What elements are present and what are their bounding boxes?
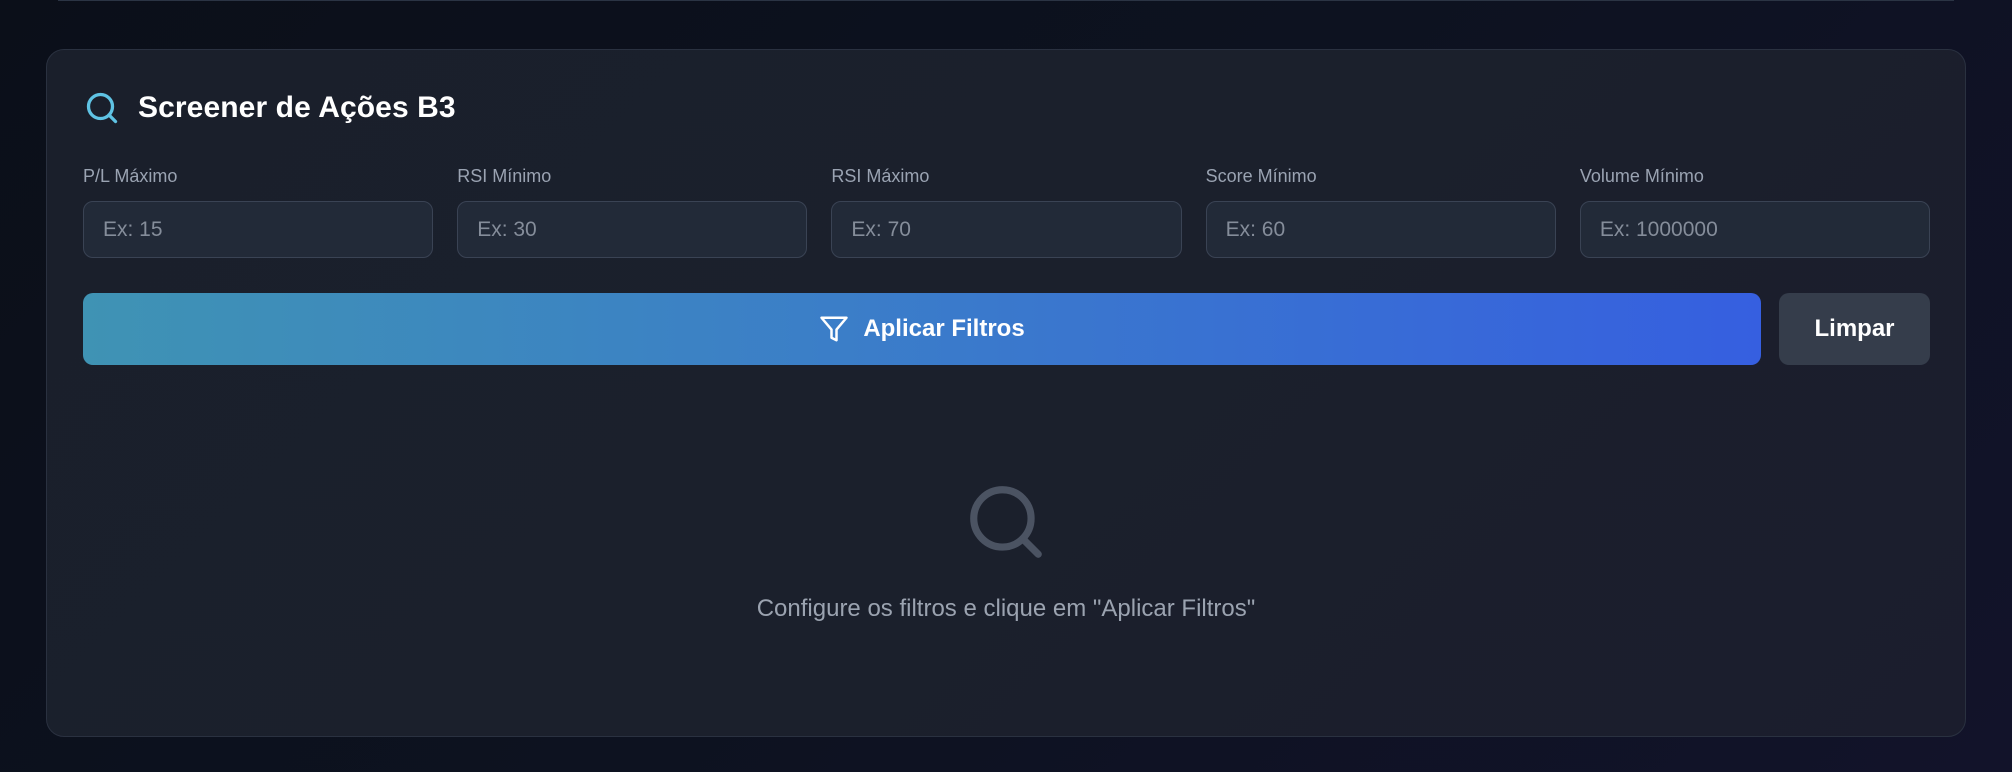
empty-state-message: Configure os filtros e clique em "Aplica… <box>756 595 1256 622</box>
filter-score-min-label: Score Mínimo <box>1205 166 1317 186</box>
screener-card: Screener de Ações B3 P/L Máximo RSI Míni… <box>46 49 1966 737</box>
filter-fields: P/L Máximo RSI Mínimo RSI Máximo Score M… <box>83 163 1931 258</box>
filter-volume-min: Volume Mínimo <box>1579 163 1931 258</box>
filter-rsi-max: RSI Máximo <box>831 163 1182 258</box>
filter-rsi-min: RSI Mínimo <box>457 163 808 258</box>
filter-score-min: Score Mínimo <box>1205 163 1556 258</box>
filter-pl-max: P/L Máximo <box>83 163 434 258</box>
card-header: Screener de Ações B3 <box>84 88 456 128</box>
volume-min-input[interactable] <box>1579 201 1931 258</box>
filter-actions: Aplicar Filtros Limpar <box>83 293 1930 365</box>
clear-button[interactable]: Limpar <box>1779 293 1930 365</box>
filter-icon <box>820 316 849 342</box>
pl-max-input[interactable] <box>83 201 434 258</box>
score-min-input[interactable] <box>1205 201 1556 258</box>
top-divider <box>58 0 1954 1</box>
filter-pl-max-label: P/L Máximo <box>83 166 178 186</box>
filter-rsi-min-label: RSI Mínimo <box>457 166 552 186</box>
search-icon <box>970 486 1042 558</box>
rsi-max-input[interactable] <box>831 201 1182 258</box>
filter-rsi-max-label: RSI Máximo <box>831 166 930 186</box>
filter-volume-min-label: Volume Mínimo <box>1579 166 1704 186</box>
empty-state: Configure os filtros e clique em "Aplica… <box>47 479 1965 623</box>
apply-filters-label: Aplicar Filtros <box>863 315 1025 342</box>
search-icon <box>86 92 118 124</box>
rsi-min-input[interactable] <box>457 201 808 258</box>
page-title: Screener de Ações B3 <box>138 91 456 124</box>
apply-filters-button[interactable]: Aplicar Filtros <box>83 293 1761 365</box>
